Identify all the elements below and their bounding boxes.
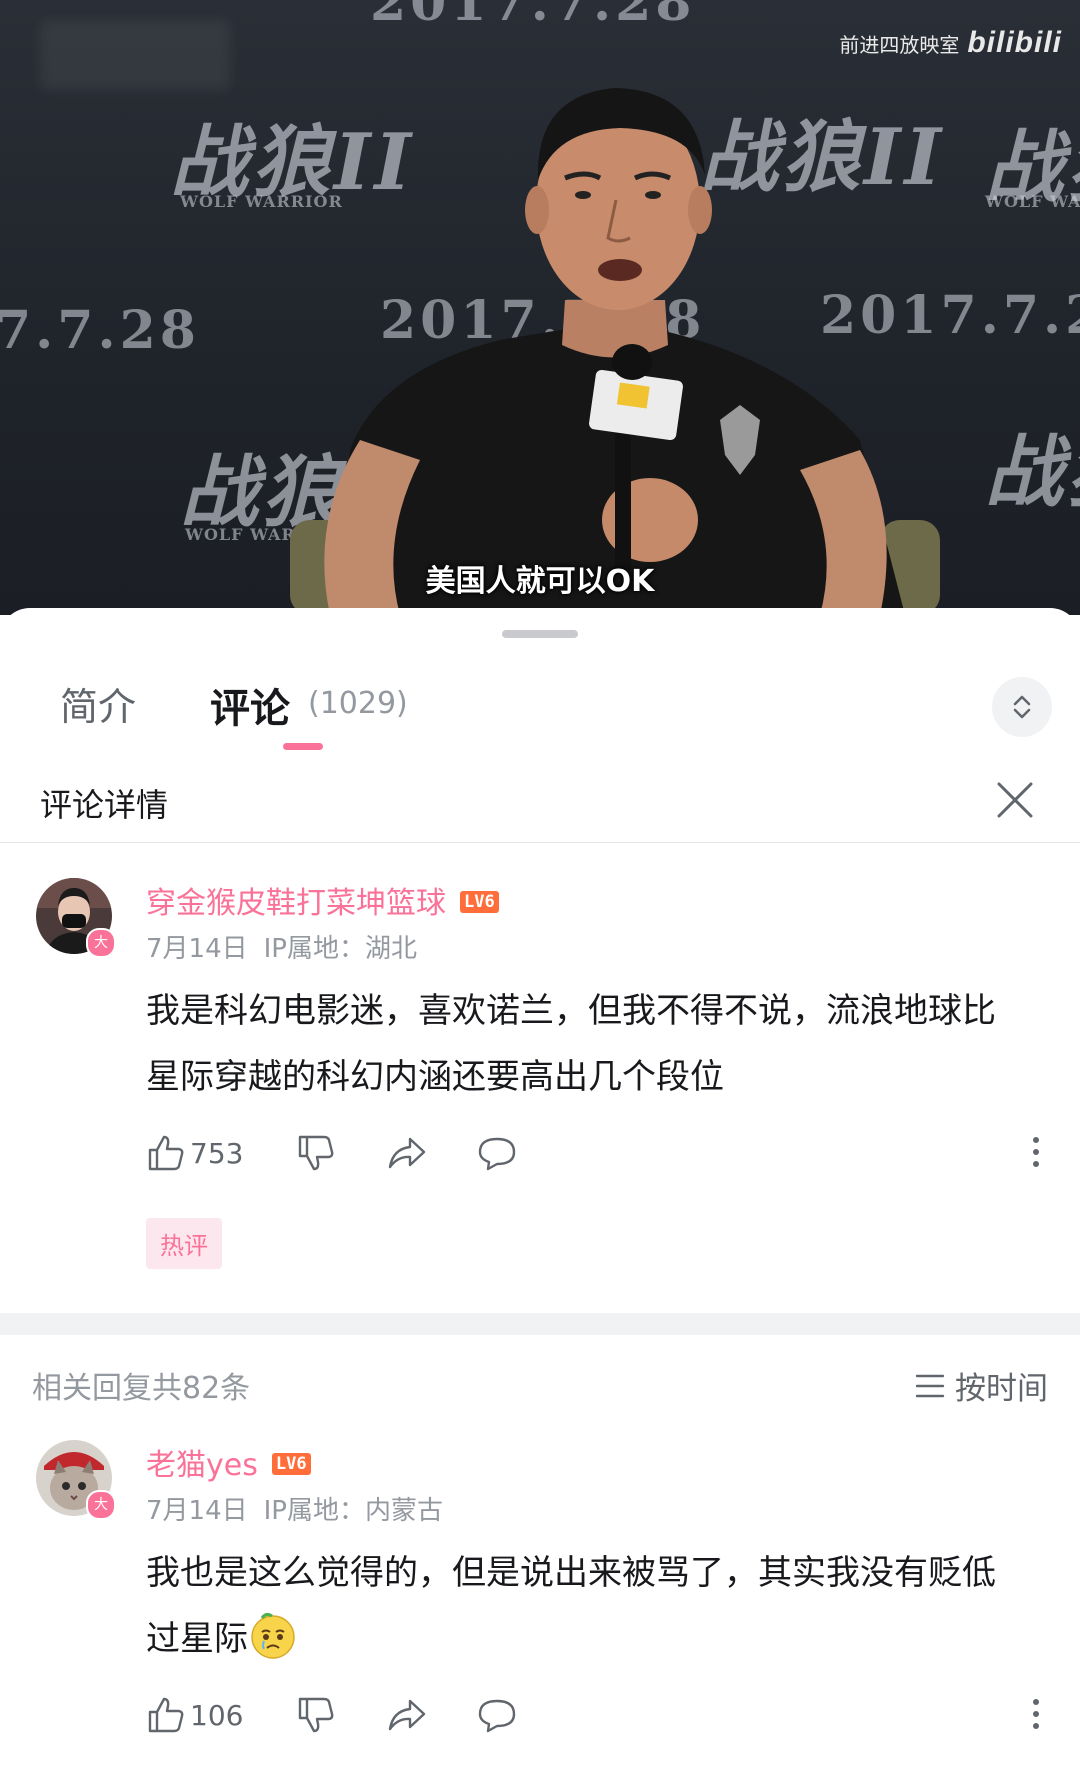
share-button[interactable] (386, 1128, 428, 1178)
more-button[interactable] (1026, 1132, 1046, 1172)
video-subtitle: 美国人就可以OK (425, 564, 655, 599)
comment-text: 我是科幻电影迷，喜欢诺兰，但我不得不说，流浪地球比星际穿越的科幻内涵还要高出几个… (146, 991, 996, 1097)
comment-detail-header: 评论详情 (0, 768, 1080, 843)
main-comment: 大 穿金猴皮鞋打菜坤篮球 LV6 7月14日 IP属地：湖北 我是科幻电影迷，喜欢诺… (0, 878, 1080, 1328)
comment-ip: IP属地：湖北 (263, 934, 417, 964)
sort-lines-icon (915, 1374, 945, 1397)
username-text: 穿金猴皮鞋打菜坤篮球 (146, 886, 446, 921)
dislike-button[interactable] (296, 1690, 336, 1740)
bilibili-logo: bilibili (967, 26, 1062, 59)
avatar-badge: 大 (86, 928, 116, 958)
comment-meta: 7月14日 IP属地：湖北 (146, 928, 417, 965)
expand-icon (1013, 695, 1031, 719)
reply-actions: 106 (146, 1690, 1046, 1740)
share-button[interactable] (386, 1690, 428, 1740)
comment-icon (478, 1137, 516, 1171)
hot-comment-tag: 热评 (146, 1218, 222, 1269)
comment-actions: 753 (146, 1128, 1046, 1178)
video-player[interactable]: 战狼II 战狼II 战狼II 战狼II 战狼II WOLF WARRIOR WO… (0, 0, 1080, 615)
close-button[interactable] (995, 780, 1035, 820)
more-vertical-icon (1033, 1137, 1039, 1167)
thumb-up-icon (148, 1697, 184, 1733)
thumb-down-icon (298, 1135, 334, 1171)
comment-username[interactable]: 穿金猴皮鞋打菜坤篮球 LV6 (146, 878, 499, 922)
reply-meta: 7月14日 IP属地：内蒙古 (146, 1490, 443, 1527)
section-separator (0, 1313, 1080, 1335)
comment-icon (478, 1699, 516, 1733)
reply-button[interactable] (476, 1690, 518, 1740)
username-text: 老猫yes (146, 1448, 258, 1483)
active-tab-indicator (283, 743, 323, 750)
video-watermark: 前进四放映室 bilibili (839, 26, 1062, 60)
close-icon (997, 782, 1033, 818)
more-button[interactable] (1026, 1694, 1046, 1734)
comment-date: 7月14日 (146, 934, 248, 964)
sort-button[interactable]: 按时间 (915, 1363, 1048, 1408)
reply-text: 我也是这么觉得的，但是说出来被骂了，其实我没有贬低过星际 (146, 1540, 1026, 1672)
tab-comments[interactable]: 评论 (210, 676, 290, 734)
interviewee-figure (290, 88, 940, 615)
thumb-up-icon (148, 1135, 184, 1171)
level-badge: LV6 (460, 890, 499, 913)
expand-button[interactable] (992, 677, 1052, 737)
dislike-button[interactable] (296, 1128, 336, 1178)
channel-name: 前进四放映室 (839, 34, 960, 57)
crying-face-emoji (251, 1612, 295, 1659)
share-icon (388, 1137, 426, 1169)
drag-handle[interactable] (502, 630, 578, 638)
avatar-badge: 大 (86, 1490, 116, 1520)
reply-date: 7月14日 (146, 1496, 248, 1526)
reply-item: 大 老猫yes LV6 7月14日 IP属地：内蒙古 我也是这么觉得的，但是说出来被… (0, 1440, 1080, 1790)
reply-username[interactable]: 老猫yes LV6 (146, 1440, 311, 1484)
detail-title: 评论详情 (40, 786, 169, 824)
like-count: 106 (190, 1698, 244, 1732)
comments-count: (1029) (308, 686, 408, 721)
share-icon (388, 1699, 426, 1731)
replies-bar: 相关回复共82条 按时间 (0, 1353, 1080, 1413)
tab-intro[interactable]: 简介 (60, 676, 136, 731)
like-count: 753 (190, 1136, 244, 1170)
level-badge: LV6 (271, 1452, 311, 1475)
tab-bar: 简介 评论 (1029) (0, 668, 1080, 758)
replies-count: 相关回复共82条 (32, 1371, 251, 1406)
like-button[interactable]: 753 (146, 1128, 243, 1178)
reply-ip: IP属地：内蒙古 (263, 1496, 443, 1526)
like-button[interactable]: 106 (146, 1690, 243, 1740)
sort-label: 按时间 (955, 1371, 1048, 1407)
comment-sheet: 简介 评论 (1029) 评论详情 大 穿金猴皮鞋打菜坤篮球 LV6 7月14日… (0, 608, 1080, 1792)
thumb-down-icon (298, 1697, 334, 1733)
more-vertical-icon (1033, 1699, 1039, 1729)
reply-button[interactable] (476, 1128, 518, 1178)
